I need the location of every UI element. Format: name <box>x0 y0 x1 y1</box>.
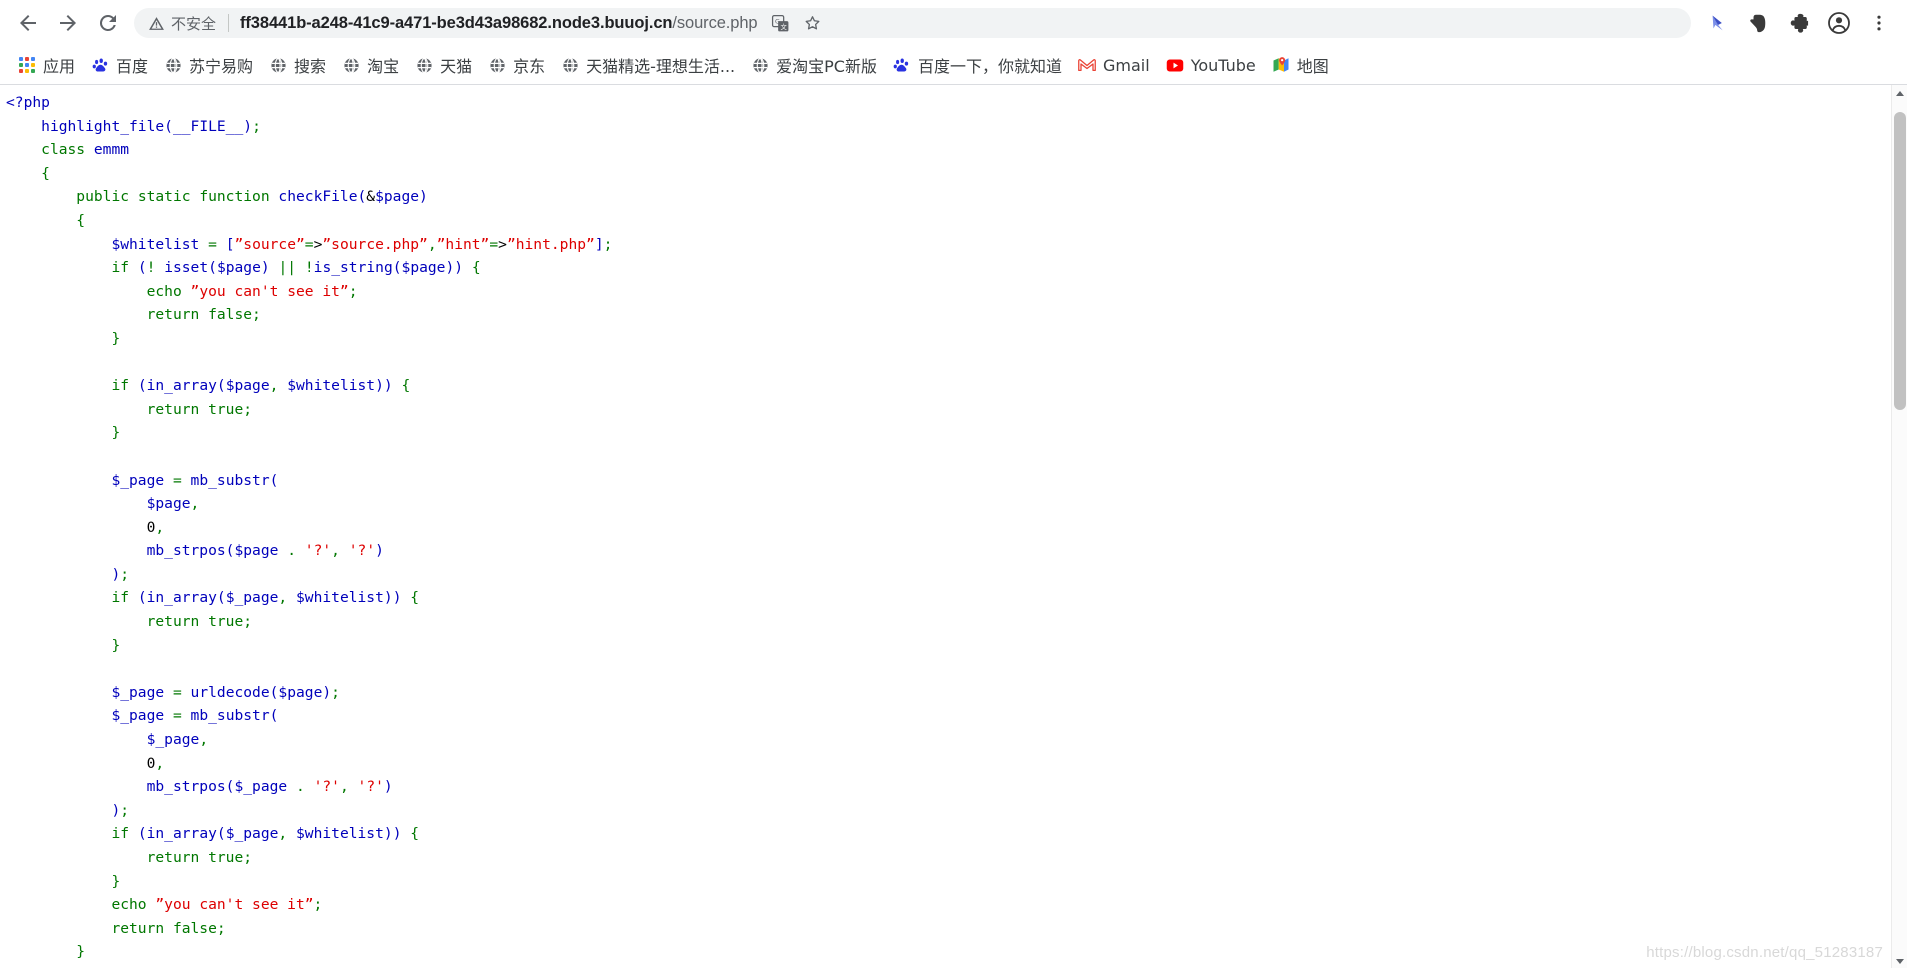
globe-icon <box>415 56 433 74</box>
vertical-scrollbar[interactable] <box>1891 85 1907 968</box>
scroll-up-arrow-icon[interactable] <box>1892 85 1907 101</box>
bookmark-baidu[interactable]: 百度 <box>83 49 156 81</box>
baidu-icon <box>893 56 911 74</box>
bookmark-taobao[interactable]: 淘宝 <box>334 49 407 81</box>
translate-icon[interactable]: G 文 <box>766 8 796 38</box>
browser-chrome: 不安全 ff38441b-a248-41c9-a471-be3d43a98682… <box>0 0 1907 85</box>
bookmark-label: YouTube <box>1190 55 1256 75</box>
bookmark-suning[interactable]: 苏宁易购 <box>156 49 261 81</box>
url-text: ff38441b-a248-41c9-a471-be3d43a98682.nod… <box>240 14 758 33</box>
bookmark-label: Gmail <box>1103 55 1150 75</box>
bookmark-label: 天猫 <box>440 57 473 76</box>
scrollbar-thumb[interactable] <box>1894 112 1906 411</box>
bookmark-aitaobao[interactable]: 爱淘宝PC新版 <box>743 49 885 81</box>
bookmark-maps[interactable]: 地图 <box>1264 49 1337 81</box>
extensions-area <box>1699 3 1899 43</box>
star-icon[interactable] <box>798 8 828 38</box>
bookmark-jd[interactable]: 京东 <box>480 49 553 81</box>
bookmark-label: 天猫精选-理想生活... <box>586 57 736 76</box>
bookmark-apps[interactable]: 应用 <box>10 49 83 81</box>
url-path: /source.php <box>672 13 758 32</box>
globe-icon <box>269 56 287 74</box>
globe-icon <box>561 56 579 74</box>
extension-icon-blue-bird[interactable] <box>1699 3 1739 43</box>
scroll-down-arrow-icon[interactable] <box>1892 953 1907 968</box>
bookmark-label: 百度 <box>116 57 149 76</box>
extension-icon-evernote[interactable] <box>1739 3 1779 43</box>
svg-text:文: 文 <box>781 22 788 31</box>
bookmark-gmail[interactable]: Gmail <box>1070 52 1158 79</box>
youtube-icon <box>1166 56 1184 74</box>
bookmark-label: 百度一下，你就知道 <box>917 57 1062 76</box>
globe-icon <box>342 56 360 74</box>
chrome-menu-icon[interactable] <box>1859 3 1899 43</box>
omnibox-separator <box>228 14 230 32</box>
globe-icon <box>164 56 182 74</box>
warning-triangle-icon <box>149 16 164 30</box>
omnibox-actions: G 文 <box>766 8 828 38</box>
not-secure-label: 不安全 <box>171 14 217 33</box>
bookmark-search[interactable]: 搜索 <box>261 49 334 81</box>
source-code-container: <?php highlight_file(__FILE__); class em… <box>0 85 1880 968</box>
address-bar[interactable]: 不安全 ff38441b-a248-41c9-a471-be3d43a98682… <box>134 8 1691 38</box>
globe-icon <box>488 56 506 74</box>
extension-icon-puzzle[interactable] <box>1779 3 1819 43</box>
forward-arrow-icon[interactable] <box>48 3 88 43</box>
php-source-code: <?php highlight_file(__FILE__); class em… <box>6 94 613 968</box>
bookmark-tmall-select[interactable]: 天猫精选-理想生活... <box>553 49 743 81</box>
reload-icon[interactable] <box>88 3 128 43</box>
navigation-toolbar: 不安全 ff38441b-a248-41c9-a471-be3d43a98682… <box>0 0 1907 46</box>
bookmark-label: 淘宝 <box>367 57 400 76</box>
url-host: ff38441b-a248-41c9-a471-be3d43a98682.nod… <box>240 13 673 32</box>
bookmark-label: 搜索 <box>294 57 327 76</box>
globe-icon <box>751 56 769 74</box>
profile-avatar-icon[interactable] <box>1819 3 1859 43</box>
apps-grid-icon <box>18 56 36 74</box>
gmail-icon <box>1078 56 1096 74</box>
bookmark-baidu-search[interactable]: 百度一下，你就知道 <box>885 49 1070 81</box>
bookmark-youtube[interactable]: YouTube <box>1158 52 1264 79</box>
bookmark-label: 应用 <box>43 57 76 76</box>
baidu-icon <box>91 56 109 74</box>
watermark-text: https://blog.csdn.net/qq_51283187 <box>1646 944 1883 961</box>
bookmark-label: 地图 <box>1296 57 1329 76</box>
bookmark-label: 爱淘宝PC新版 <box>776 57 877 76</box>
back-arrow-icon[interactable] <box>8 3 48 43</box>
maps-icon <box>1272 56 1290 74</box>
bookmark-label: 苏宁易购 <box>189 57 254 76</box>
site-security-chip[interactable]: 不安全 <box>148 13 216 34</box>
bookmarks-bar: 应用 百度 苏宁易购 搜索 淘宝 天猫 京东 天猫精选-理想生活... 爱淘宝P… <box>0 46 1907 84</box>
bookmark-label: 京东 <box>513 57 546 76</box>
page-viewport: <?php highlight_file(__FILE__); class em… <box>0 85 1907 968</box>
bookmark-tmall[interactable]: 天猫 <box>407 49 480 81</box>
